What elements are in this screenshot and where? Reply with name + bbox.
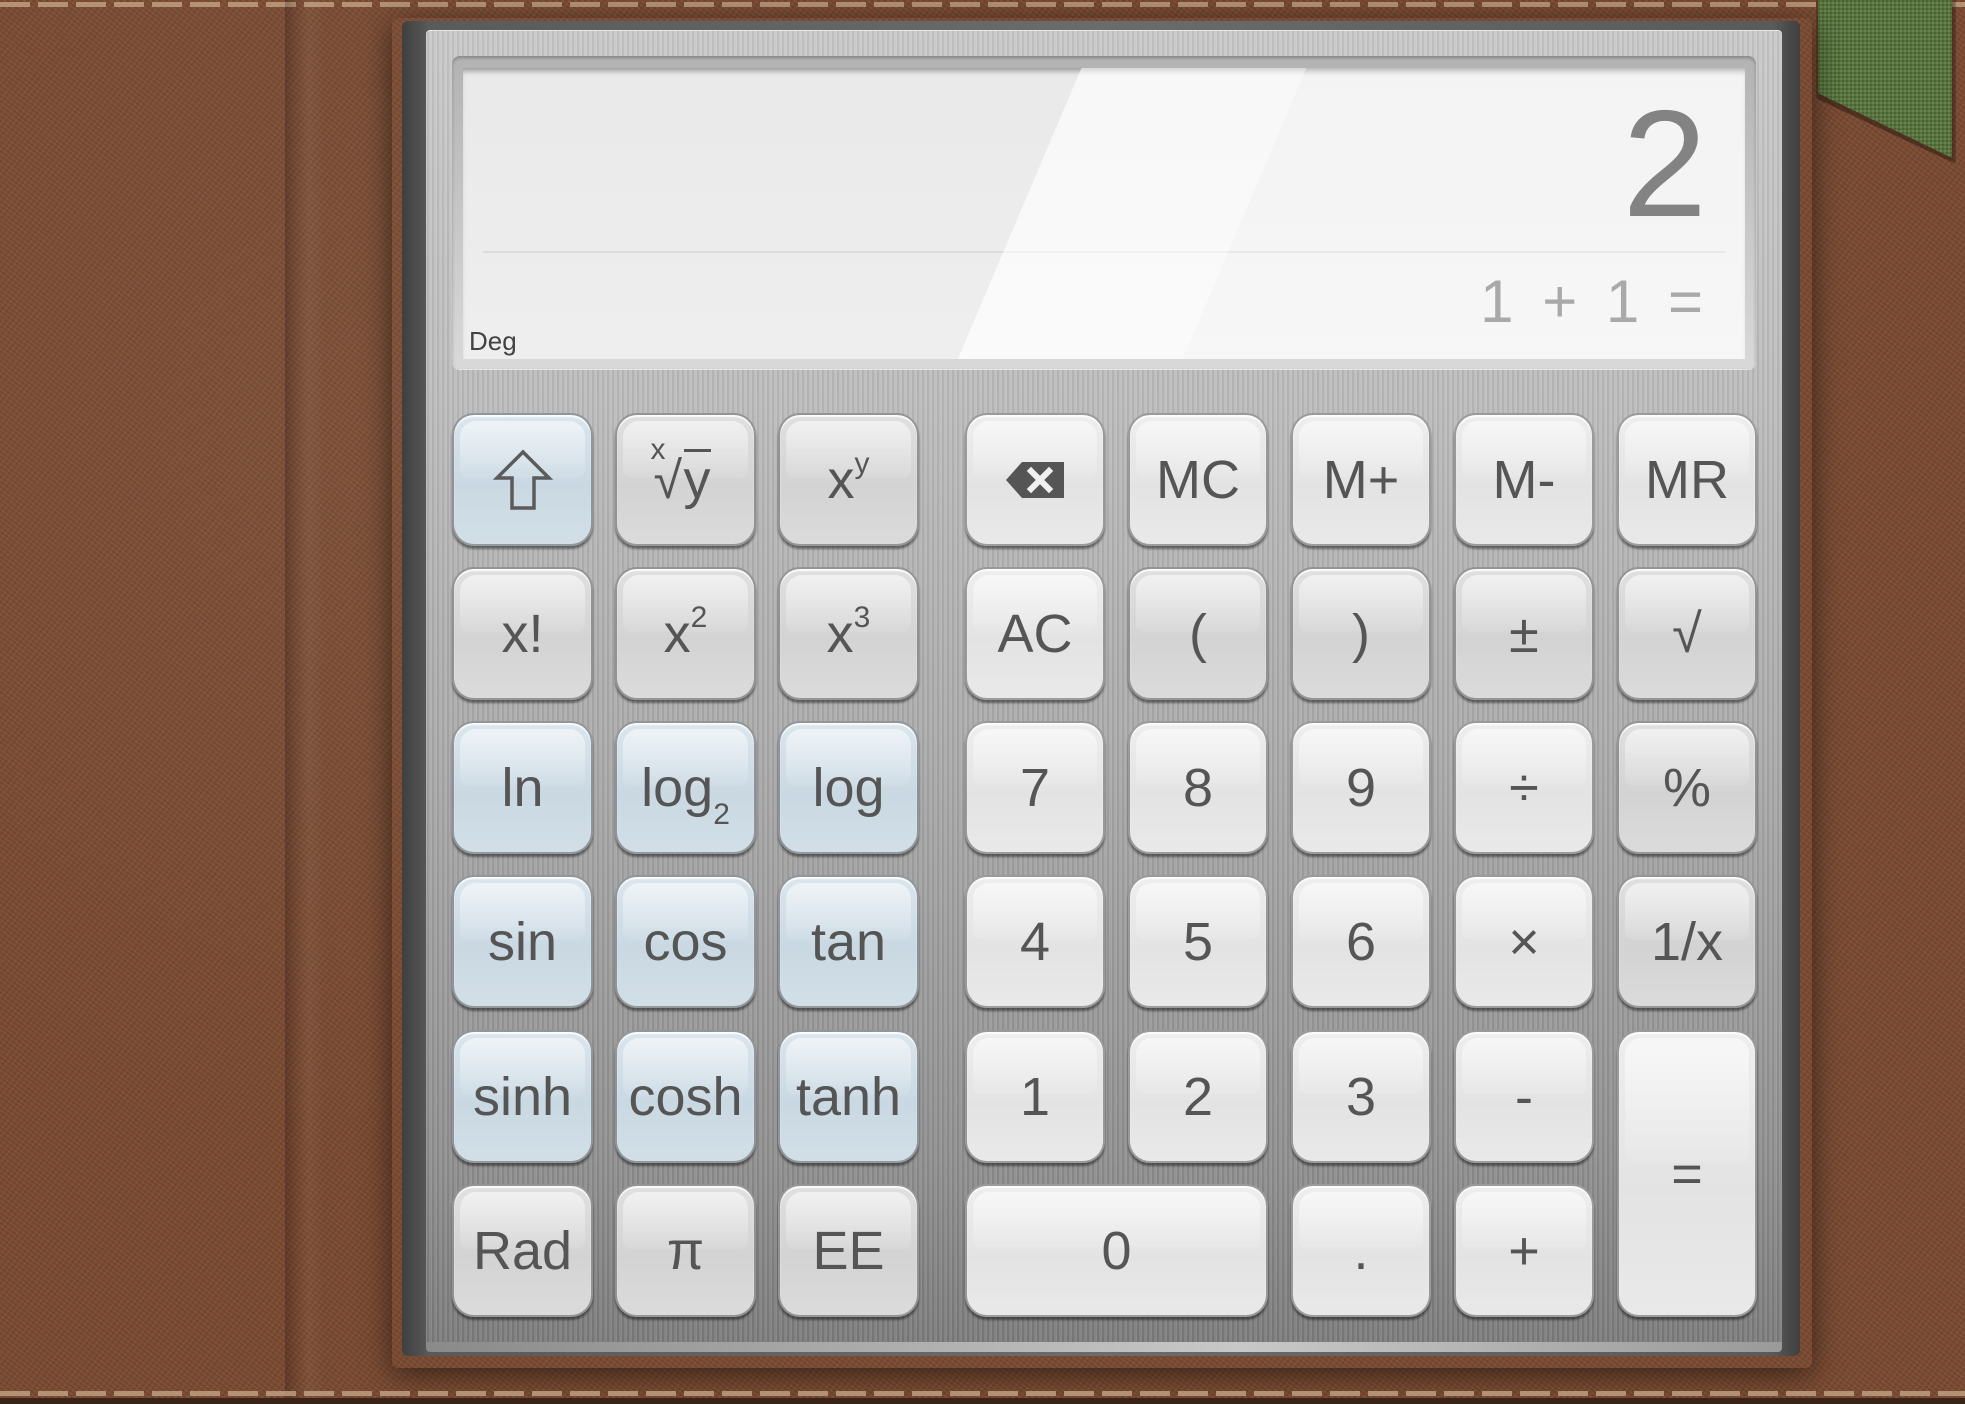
multiply-button[interactable]: ×	[1454, 875, 1594, 1008]
cosh-button[interactable]: cosh	[615, 1030, 756, 1163]
display-separator	[483, 251, 1725, 253]
minus-button[interactable]: -	[1454, 1030, 1594, 1163]
root-radicand: y	[683, 448, 711, 510]
display-result: 2	[1622, 79, 1707, 249]
plus-minus-button[interactable]: ±	[1454, 567, 1594, 700]
root-symbol: √	[653, 451, 683, 510]
digit-9-button[interactable]: 9	[1291, 721, 1431, 854]
divide-button[interactable]: ÷	[1454, 721, 1594, 854]
tan-button[interactable]: tan	[778, 875, 919, 1008]
key-exponent: y	[854, 446, 870, 480]
key-base: log	[641, 757, 714, 818]
equals-button[interactable]: =	[1617, 1030, 1757, 1317]
decimal-button[interactable]: .	[1291, 1184, 1431, 1317]
digit-2-button[interactable]: 2	[1128, 1030, 1268, 1163]
key-exponent: 3	[853, 600, 871, 634]
x-cubed-button[interactable]: x3	[778, 567, 919, 700]
key-base: x	[663, 603, 691, 664]
rad-deg-toggle-button[interactable]: Rad	[452, 1184, 593, 1317]
memory-subtract-button[interactable]: M-	[1454, 413, 1594, 546]
key-base: x	[826, 603, 854, 664]
memory-clear-button[interactable]: MC	[1128, 413, 1268, 546]
cos-button[interactable]: cos	[615, 875, 756, 1008]
x-squared-button[interactable]: x2	[615, 567, 756, 700]
pi-button[interactable]: π	[615, 1184, 756, 1317]
sinh-button[interactable]: sinh	[452, 1030, 593, 1163]
shift-button[interactable]	[452, 413, 593, 546]
factorial-button[interactable]: x!	[452, 567, 593, 700]
log10-button[interactable]: log	[778, 721, 919, 854]
calculator-bottom-edge	[426, 1342, 1782, 1352]
backspace-icon	[1006, 461, 1064, 498]
bottom-stitching	[0, 1391, 1965, 1396]
tanh-button[interactable]: tanh	[778, 1030, 919, 1163]
memory-add-button[interactable]: M+	[1291, 413, 1431, 546]
digit-8-button[interactable]: 8	[1128, 721, 1268, 854]
shift-arrow-icon	[492, 449, 553, 510]
settings-ribbon-button[interactable]	[1818, 0, 1952, 158]
exponent-ee-button[interactable]: EE	[778, 1184, 919, 1317]
key-exponent: 2	[690, 600, 708, 634]
x-power-y-button[interactable]: xy	[778, 413, 919, 546]
angle-mode-indicator: Deg	[469, 326, 517, 356]
open-paren-button[interactable]: (	[1128, 567, 1268, 700]
close-paren-button[interactable]: )	[1291, 567, 1431, 700]
digit-3-button[interactable]: 3	[1291, 1030, 1431, 1163]
digit-5-button[interactable]: 5	[1128, 875, 1268, 1008]
sin-button[interactable]: sin	[452, 875, 593, 1008]
ln-button[interactable]: ln	[452, 721, 593, 854]
display: 2 1 + 1 = Deg	[463, 68, 1745, 359]
backspace-button[interactable]	[965, 413, 1105, 546]
key-base: x	[827, 449, 855, 510]
all-clear-button[interactable]: AC	[965, 567, 1105, 700]
digit-0-button[interactable]: 0	[965, 1184, 1268, 1317]
memory-recall-button[interactable]: MR	[1617, 413, 1757, 546]
bottom-edge	[0, 1398, 1965, 1404]
digit-1-button[interactable]: 1	[965, 1030, 1105, 1163]
square-root-button[interactable]: √	[1617, 567, 1757, 700]
digit-4-button[interactable]: 4	[965, 875, 1105, 1008]
leather-fold	[285, 0, 325, 1404]
display-expression: 1 + 1 =	[1480, 268, 1709, 335]
nth-root-button[interactable]: x √ y	[615, 413, 756, 546]
percent-button[interactable]: %	[1617, 721, 1757, 854]
digit-7-button[interactable]: 7	[965, 721, 1105, 854]
reciprocal-button[interactable]: 1/x	[1617, 875, 1757, 1008]
log2-button[interactable]: log2	[615, 721, 756, 854]
plus-button[interactable]: +	[1454, 1184, 1594, 1317]
key-subscript: 2	[713, 797, 730, 831]
digit-6-button[interactable]: 6	[1291, 875, 1431, 1008]
